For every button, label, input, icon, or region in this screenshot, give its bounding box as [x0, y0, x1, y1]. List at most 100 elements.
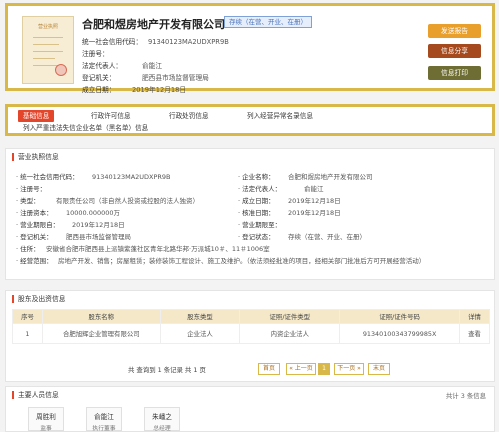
shareholders-table: 序号 股东名称 股东类型 证照/证件类型 证照/证件号码 详情 1 合肥旭辉企业…	[12, 309, 490, 344]
info-tabs: 基础信息 行政许可信息 行政处罚信息 列入经营异常名录信息 列入严重违法失信企业…	[5, 104, 495, 136]
tab-admin-penalty[interactable]: 行政处罚信息	[164, 110, 214, 122]
shareholders-section: 股东及出资信息 序号 股东名称 股东类型 证照/证件类型 证照/证件号码 详情 …	[5, 290, 495, 382]
table-row: 1 合肥旭辉企业管理有限公司 企业法人 内资企业法人 9134010034379…	[12, 323, 490, 344]
column-header: 详情	[459, 309, 490, 324]
section-title: 主要人员信息	[12, 391, 59, 399]
tab-basic-info[interactable]: 基础信息	[18, 110, 55, 122]
person-role: 总经理	[153, 426, 171, 432]
field-label: · 核准日期：	[238, 209, 275, 217]
field-value: 10000.000000万	[66, 209, 121, 217]
field-label: · 经营范围：	[16, 257, 53, 265]
field-value: 肥西县市场监督管理局	[66, 233, 131, 241]
prev-page-button[interactable]: « 上一页	[286, 363, 316, 375]
person-card[interactable]: 朱嶓之 总经理	[144, 407, 180, 432]
info-label: 统一社会信用代码：	[82, 38, 143, 46]
field-label: · 统一社会信用代码：	[16, 173, 79, 181]
info-reg-no: 注册号：	[82, 48, 132, 58]
field-value: 91340123MA2UDXPR9B	[92, 173, 171, 181]
last-page-button[interactable]: 末页	[368, 363, 390, 375]
field-value: 合肥和煜房地产开发有限公司	[288, 173, 373, 181]
field-value: 2019年12月18日	[72, 221, 125, 229]
business-license-thumbnail[interactable]: 营业执照	[22, 16, 74, 84]
table-header-row: 序号 股东名称 股东类型 证照/证件类型 证照/证件号码 详情	[12, 309, 490, 324]
person-role: 执行董事	[92, 426, 116, 432]
status-badge: 存续（在营、开业、在册）	[224, 16, 312, 28]
field-value: 安徽省合肥市肥西县上派镇紫蓬社区青年北路华邦·万派城10＃、11＃1006室	[46, 245, 270, 253]
field-reg-authority: · 登记机关： 肥西县市场监督管理局	[16, 231, 131, 241]
field-value: 有限责任公司（非自然人投资或控股的法人独资）	[56, 197, 199, 205]
section-title: 股东及出资信息	[12, 295, 66, 303]
field-legal-rep: · 法定代表人： 俞能江	[238, 183, 324, 193]
persons-count: 共计 3 条信息	[445, 392, 486, 400]
person-role: 监事	[40, 426, 52, 432]
section-title: 营业执照信息	[12, 153, 59, 161]
field-label: · 企业名称：	[238, 173, 275, 181]
license-line	[33, 44, 59, 45]
field-business-scope: · 经营范围： 房地产开发、销售；房屋租赁；装修装饰工程设计、施工及维护。（依法须…	[16, 255, 425, 265]
person-card[interactable]: 俞能江 执行董事	[86, 407, 122, 432]
person-name: 朱嶓之	[152, 413, 172, 421]
cell-id-number: 91340100343799985X	[339, 323, 461, 344]
column-header: 股东类型	[159, 309, 241, 324]
pager-total: 共 查询到 1 条记录 共 1 页	[128, 366, 206, 374]
field-value: 房地产开发、销售；房屋租赁；装修装饰工程设计、施工及维护。（依法须经批准的项目，…	[58, 257, 426, 265]
share-info-button[interactable]: 信息分享	[428, 44, 481, 58]
field-label: · 登记状态：	[238, 233, 275, 241]
field-value: 2019年12月18日	[288, 209, 341, 217]
field-label: · 营业期限至：	[238, 221, 282, 229]
cell-id-type: 内资企业法人	[239, 323, 341, 344]
field-est-date: · 成立日期： 2019年12月18日	[238, 195, 341, 205]
field-address: · 住所： 安徽省合肥市肥西县上派镇紫蓬社区青年北路华邦·万派城10＃、11＃10…	[16, 243, 270, 253]
field-label: · 法定代表人：	[238, 185, 282, 193]
license-line	[33, 37, 63, 38]
info-label: 成立日期：	[82, 86, 116, 94]
print-info-button[interactable]: 信息打印	[428, 66, 481, 80]
info-value: 91340123MA2UDXPR9B	[148, 38, 229, 46]
first-page-button[interactable]: 首页	[258, 363, 280, 375]
field-label: · 注册资本：	[16, 209, 53, 217]
field-label: · 成立日期：	[238, 197, 275, 205]
seal-icon	[55, 64, 67, 76]
column-header: 序号	[12, 309, 43, 324]
company-name: 合肥和煜房地产开发有限公司	[82, 18, 225, 31]
field-approval-date: · 核准日期： 2019年12月18日	[238, 207, 341, 217]
info-credit-code: 统一社会信用代码： 91340123MA2UDXPR9B	[82, 36, 229, 46]
person-name: 周胜利	[36, 413, 56, 421]
send-report-button[interactable]: 发送报告	[428, 24, 481, 38]
info-label: 注册号：	[82, 50, 109, 58]
field-value: 2019年12月18日	[288, 197, 341, 205]
field-label: · 类型：	[16, 197, 40, 205]
column-header: 证照/证件号码	[339, 309, 461, 324]
info-value: 俞能江	[142, 62, 163, 70]
key-persons-section: 主要人员信息 共计 3 条信息 周胜利 监事 俞能江 执行董事 朱嶓之 总经理	[5, 386, 495, 432]
company-header: 营业执照 合肥和煜房地产开发有限公司 存续（在营、开业、在册） 统一社会信用代码…	[5, 3, 495, 94]
info-reg-authority: 登记机关： 肥西县市场监督管理局	[82, 72, 209, 82]
field-value: 俞能江	[304, 185, 324, 193]
tab-abnormal-list[interactable]: 列入经营异常名录信息	[242, 110, 318, 122]
cell-shareholder-name: 合肥旭辉企业管理有限公司	[41, 323, 161, 344]
field-type: · 类型： 有限责任公司（非自然人投资或控股的法人独资）	[16, 195, 199, 205]
page-number-current[interactable]: 1	[318, 363, 330, 375]
column-header: 股东名称	[41, 309, 161, 324]
cell-shareholder-type: 企业法人	[159, 323, 241, 344]
field-credit-code: · 统一社会信用代码： 91340123MA2UDXPR9B	[16, 171, 171, 181]
field-reg-status: · 登记状态： 存续（在营、开业、在册）	[238, 231, 366, 241]
cell-index: 1	[12, 323, 43, 344]
field-label: · 住所：	[16, 245, 40, 253]
field-reg-no: · 注册号：	[16, 183, 46, 193]
info-value: 2019年12月18日	[132, 86, 187, 94]
view-detail-link[interactable]: 查看	[459, 323, 490, 344]
field-label: · 营业期限自：	[16, 221, 60, 229]
field-term-from: · 营业期限自： 2019年12月18日	[16, 219, 125, 229]
license-thumb-title: 营业执照	[37, 24, 58, 30]
tab-blacklist[interactable]: 列入严重违法失信企业名单（黑名单）信息	[18, 122, 153, 134]
next-page-button[interactable]: 下一页 »	[334, 363, 364, 375]
column-header: 证照/证件类型	[239, 309, 341, 324]
person-name: 俞能江	[94, 413, 114, 421]
license-line	[33, 51, 63, 52]
field-term-to: · 营业期限至：	[238, 219, 294, 229]
info-label: 登记机关：	[82, 74, 116, 82]
person-card[interactable]: 周胜利 监事	[28, 407, 64, 432]
info-label: 法定代表人：	[82, 62, 123, 70]
tab-admin-license[interactable]: 行政许可信息	[86, 110, 136, 122]
